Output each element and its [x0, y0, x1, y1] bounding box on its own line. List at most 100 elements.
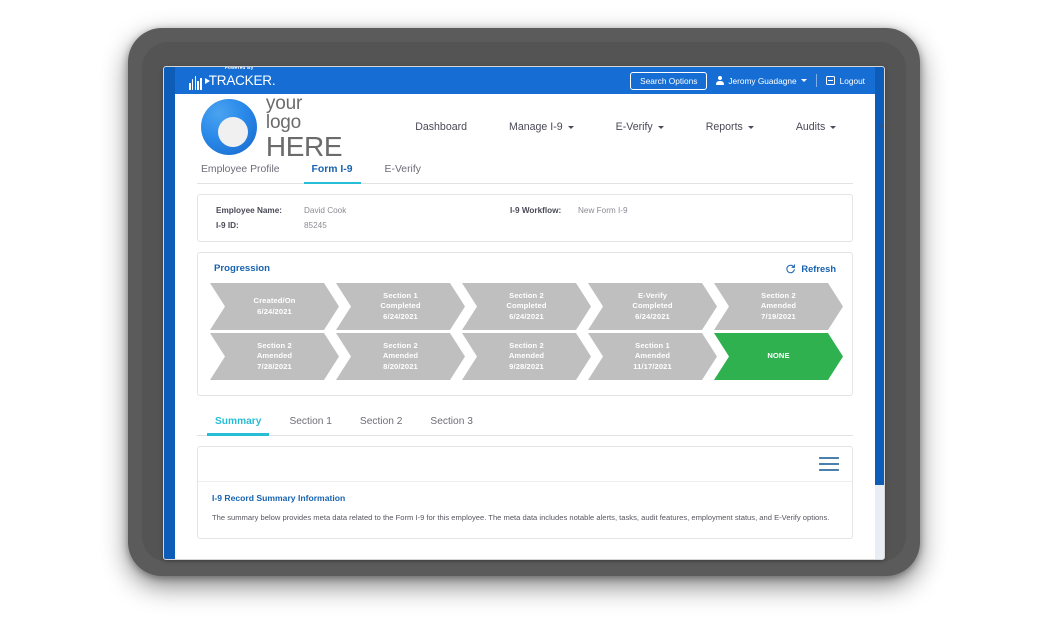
- workflow-row: I-9 Workflow: New Form I-9: [510, 206, 628, 215]
- employee-info-column-right: I-9 Workflow: New Form I-9: [498, 206, 628, 230]
- step-line: Amended: [256, 351, 293, 361]
- progression-card: Progression Refresh Created/On 6/24/2021: [197, 252, 853, 396]
- employee-name-value: David Cook: [304, 206, 347, 215]
- progression-step-current[interactable]: NONE: [714, 333, 843, 380]
- logo-line-1: your logo: [265, 92, 303, 133]
- chevron-down-icon: [800, 79, 807, 82]
- employee-info-column-left: Employee Name: David Cook I-9 ID: 85245: [198, 206, 498, 230]
- summary-body: I-9 Record Summary Information The summa…: [198, 482, 852, 538]
- tab-e-verify[interactable]: E-Verify: [369, 160, 437, 183]
- refresh-button[interactable]: Refresh: [785, 263, 840, 274]
- user-menu[interactable]: Jeromy Guadagne: [716, 75, 807, 86]
- nav-label: Help: [878, 121, 884, 133]
- i9-id-row: I-9 ID: 85245: [216, 221, 346, 230]
- step-line: 7/19/2021: [761, 311, 796, 321]
- step-line: Section 2: [257, 340, 292, 350]
- step-line: Section 1: [383, 290, 418, 300]
- refresh-label: Refresh: [801, 263, 836, 274]
- progression-header: Progression Refresh: [210, 263, 840, 274]
- logout-button[interactable]: Logout: [825, 75, 865, 86]
- tab-employee-profile[interactable]: Employee Profile: [199, 160, 296, 183]
- chevron-down-icon: [830, 125, 837, 129]
- hamburger-menu-icon[interactable]: [819, 456, 839, 472]
- step-line: 7/28/2021: [257, 361, 292, 371]
- i9-id-value: 85245: [304, 221, 327, 230]
- progression-row-2: Section 2 Amended 7/28/2021 Section 2 Am…: [210, 333, 840, 380]
- step-line: Section 2: [761, 290, 796, 300]
- step-line: Amended: [382, 351, 419, 361]
- step-line: Section 1: [635, 340, 670, 350]
- nav-item-dashboard[interactable]: Dashboard: [394, 115, 488, 139]
- step-line: 6/24/2021: [635, 311, 670, 321]
- progression-step[interactable]: Section 2 Completed 6/24/2021: [462, 283, 591, 330]
- nav-item-e-verify[interactable]: E-Verify: [595, 115, 685, 139]
- main-navigation: Dashboard Manage I-9 E-Verify Reports Au…: [394, 115, 884, 139]
- progression-step[interactable]: Section 1 Completed 6/24/2021: [336, 283, 465, 330]
- nav-label: Audits: [795, 121, 826, 133]
- browser-window: Powered By TRACKER. Search Options Jerom…: [163, 66, 885, 560]
- nav-item-audits[interactable]: Audits: [775, 115, 857, 139]
- step-line: Amended: [508, 351, 545, 361]
- brandbar-right-group: Search Options Jeromy Guadagne Logout: [630, 71, 869, 90]
- workflow-value: New Form I-9: [578, 206, 628, 215]
- logout-label: Logout: [839, 75, 865, 86]
- progression-step[interactable]: Section 2 Amended 7/19/2021: [714, 283, 843, 330]
- summary-description: The summary below provides meta data rel…: [212, 513, 830, 522]
- equalizer-icon: [189, 75, 202, 90]
- step-line: Amended: [760, 301, 797, 311]
- tab-section-2[interactable]: Section 2: [346, 412, 416, 435]
- search-options-button[interactable]: Search Options: [630, 71, 708, 90]
- left-blue-rail: [164, 67, 175, 559]
- step-line: 8/20/2021: [383, 361, 418, 371]
- chevron-down-icon: [567, 125, 574, 129]
- step-line: Completed: [506, 301, 547, 311]
- tab-form-i9[interactable]: Form I-9: [296, 160, 369, 185]
- nav-label: Reports: [705, 121, 743, 133]
- customer-logo[interactable]: your logo HERE: [201, 92, 343, 161]
- nav-item-manage-i9[interactable]: Manage I-9: [488, 115, 595, 139]
- tracker-logo[interactable]: Powered By TRACKER.: [189, 67, 276, 90]
- progression-step[interactable]: Section 2 Amended 7/28/2021: [210, 333, 339, 380]
- masthead: your logo HERE Dashboard Manage I-9 E-Ve…: [175, 92, 884, 161]
- progression-step[interactable]: Section 2 Amended 8/20/2021: [336, 333, 465, 380]
- refresh-icon: [786, 264, 796, 274]
- user-name-label: Jeromy Guadagne: [728, 75, 797, 86]
- nav-label: Manage I-9: [509, 121, 563, 133]
- tab-section-3[interactable]: Section 3: [416, 412, 486, 435]
- employee-name-row: Employee Name: David Cook: [216, 206, 346, 215]
- employee-name-label: Employee Name:: [216, 206, 282, 215]
- step-line: Section 2: [509, 290, 544, 300]
- progression-step[interactable]: Section 1 Amended 11/17/2021: [588, 333, 717, 380]
- i9-id-label: I-9 ID:: [216, 221, 239, 230]
- step-line: NONE: [767, 351, 790, 361]
- summary-heading: I-9 Record Summary Information: [212, 493, 346, 503]
- step-line: Completed: [380, 301, 421, 311]
- page-viewport: Powered By TRACKER. Search Options Jerom…: [175, 67, 884, 559]
- summary-panel: I-9 Record Summary Information The summa…: [197, 446, 853, 539]
- progression-step[interactable]: E-Verify Completed 6/24/2021: [588, 283, 717, 330]
- progression-row-1: Created/On 6/24/2021 Section 1 Completed…: [210, 283, 840, 330]
- brandbar-divider: [815, 74, 817, 87]
- nav-item-reports[interactable]: Reports: [685, 115, 775, 139]
- chevron-down-icon: [657, 125, 664, 129]
- user-avatar-icon: [716, 76, 725, 85]
- tracker-wordmark: Powered By TRACKER.: [204, 67, 276, 90]
- step-line: Amended: [634, 351, 671, 361]
- step-line: Section 2: [383, 340, 418, 350]
- profile-tab-bar: Employee Profile Form I-9 E-Verify: [197, 160, 853, 185]
- nav-label: E-Verify: [615, 121, 653, 133]
- tab-section-1[interactable]: Section 1: [275, 412, 345, 435]
- logo-circle-icon: [201, 99, 257, 155]
- content-area: Employee Profile Form I-9 E-Verify Emplo…: [175, 160, 875, 539]
- nav-label: Dashboard: [415, 121, 468, 133]
- nav-item-help[interactable]: Help: [857, 115, 884, 139]
- workflow-label: I-9 Workflow:: [510, 206, 562, 215]
- step-line: Created/On: [253, 296, 296, 305]
- progression-step[interactable]: Created/On 6/24/2021: [210, 283, 339, 330]
- employee-info-grid: Employee Name: David Cook I-9 ID: 85245: [198, 206, 852, 230]
- top-brand-bar: Powered By TRACKER. Search Options Jerom…: [175, 67, 875, 94]
- progression-step[interactable]: Section 2 Amended 9/28/2021: [462, 333, 591, 380]
- tracker-product-name: TRACKER.: [208, 72, 276, 88]
- step-line: 9/28/2021: [509, 361, 544, 371]
- tab-summary[interactable]: Summary: [201, 412, 275, 436]
